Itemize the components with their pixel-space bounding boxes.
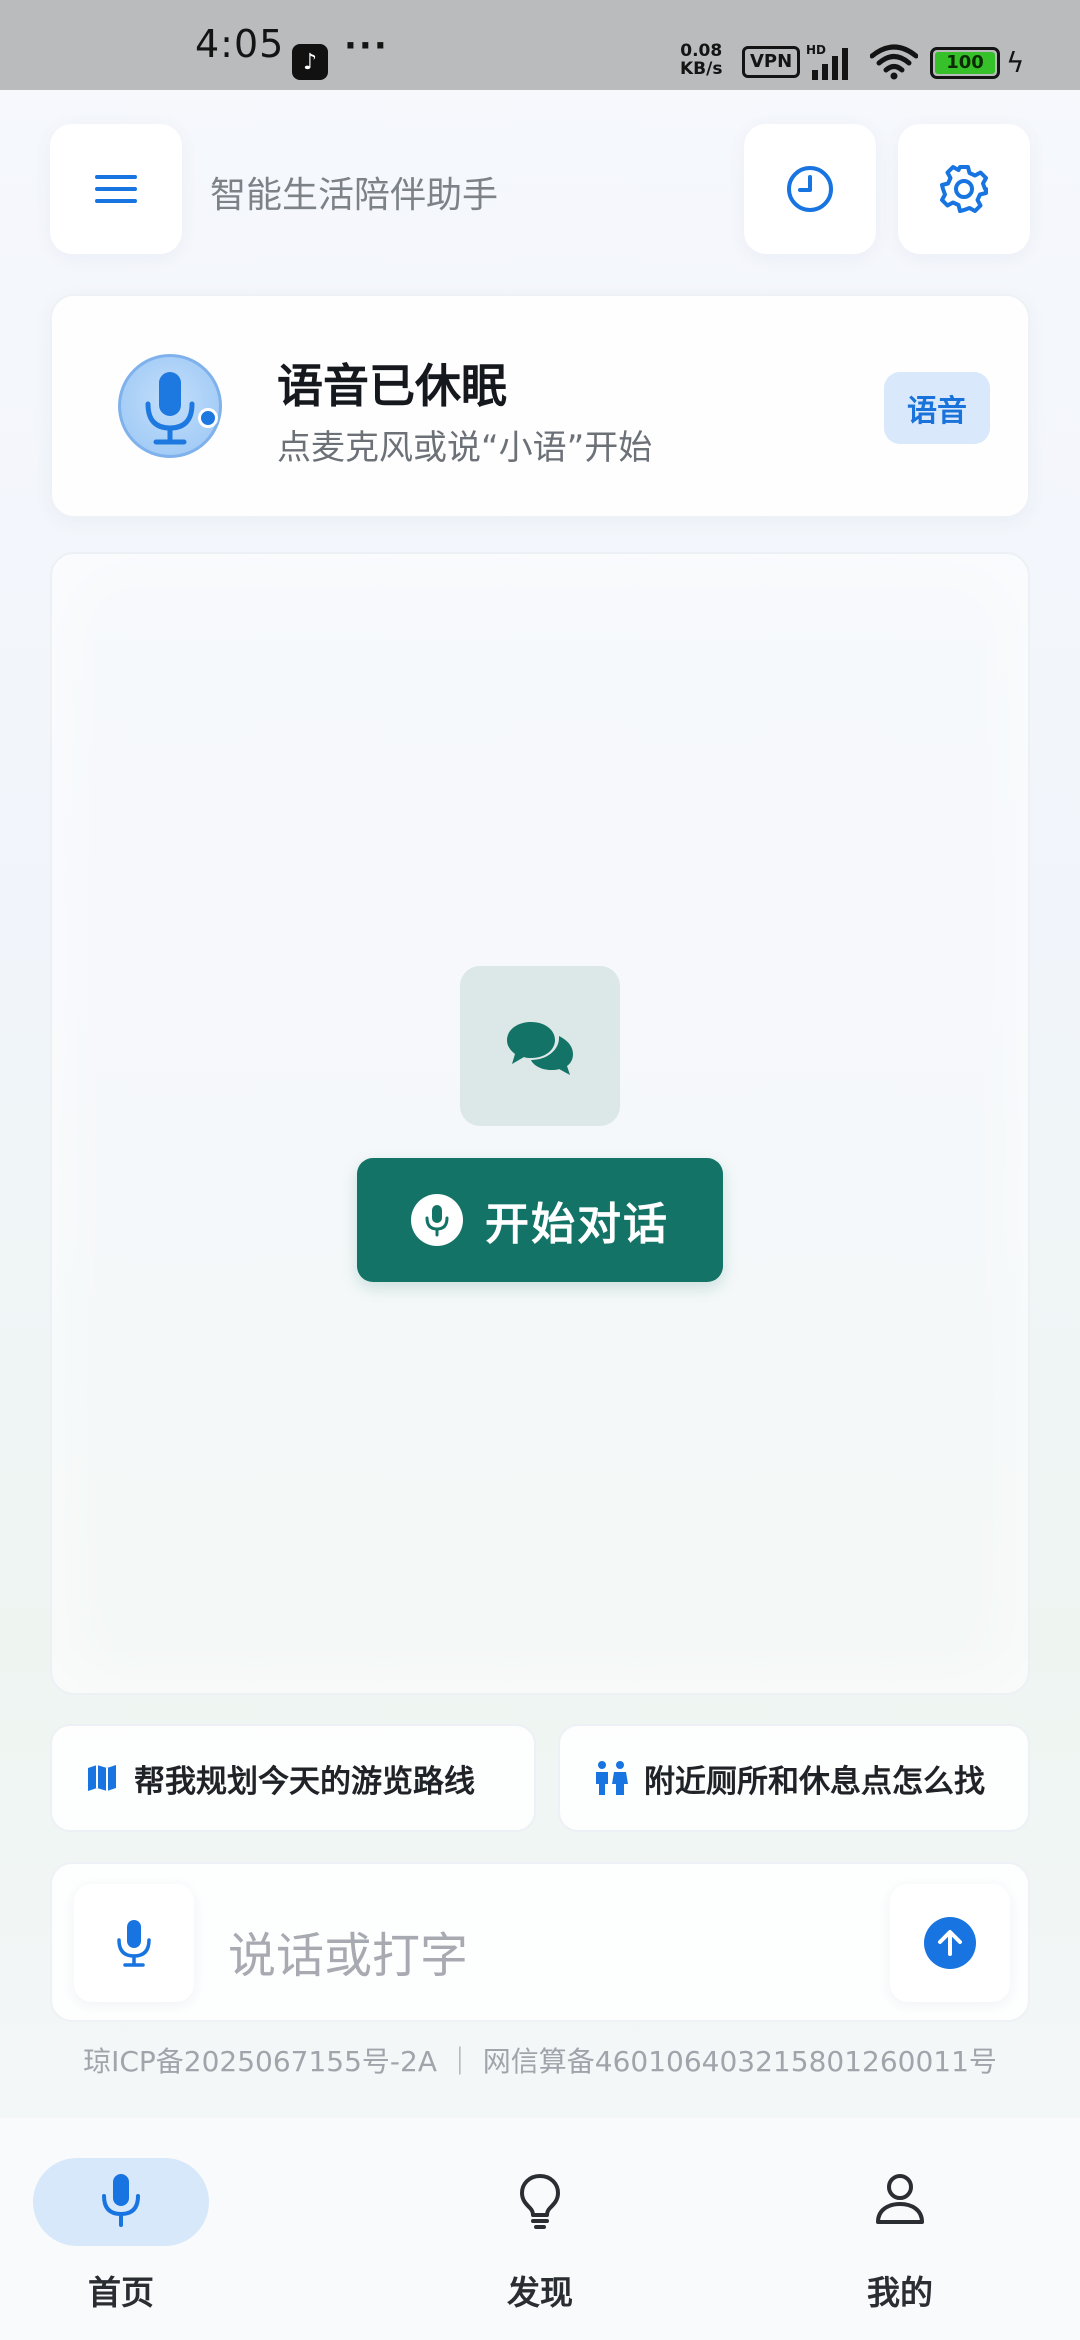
nav-item-home[interactable]: 首页 (0, 2158, 242, 2318)
battery-icon: 100 (930, 47, 1000, 79)
suggestion-label: 帮我规划今天的游览路线 (134, 1763, 475, 1800)
status-bar: 4:05 ♪ ··· 0.08 KB/s VPN HD 100 ϟ (0, 0, 1080, 90)
tiktok-icon: ♪ (292, 44, 328, 80)
charging-icon: ϟ (1006, 46, 1025, 79)
voice-mode-button[interactable]: 语音 (884, 372, 990, 444)
user-icon (876, 2174, 924, 2224)
lightbulb-icon (520, 2174, 560, 2229)
menu-button[interactable] (50, 124, 182, 254)
start-conversation-label: 开始对话 (485, 1199, 669, 1250)
send-arrow-icon (924, 1917, 976, 1969)
voice-status-card: 语音已休眠 点麦克风或说“小语”开始 语音 (50, 294, 1030, 518)
voice-status-subtitle: 点麦克风或说“小语”开始 (277, 428, 653, 468)
network-speed: 0.08 KB/s (680, 42, 722, 78)
microphone-icon (145, 372, 195, 445)
suggestion-label: 附近厕所和休息点怎么找 (644, 1763, 985, 1800)
network-speed-unit: KB/s (680, 59, 723, 79)
nav-item-discover[interactable]: 发现 (430, 2158, 650, 2318)
signal-icon: HD (806, 43, 848, 80)
microphone-icon (117, 1920, 151, 1967)
gear-icon (940, 165, 988, 213)
app-title: 智能生活陪伴助手 (210, 175, 499, 216)
nav-label-discover: 发现 (507, 2273, 573, 2312)
start-conversation-button[interactable]: 开始对话 (357, 1158, 723, 1282)
suggestion-chip-restroom[interactable]: 附近厕所和休息点怎么找 (558, 1724, 1030, 1832)
network-speed-value: 0.08 (680, 41, 723, 61)
wifi-icon (870, 44, 918, 80)
input-bar: 说话或打字 (50, 1862, 1030, 2022)
status-time: 4:05 (195, 22, 285, 66)
message-input[interactable]: 说话或打字 (228, 1916, 468, 1986)
microphone-icon (102, 2174, 140, 2227)
nav-item-profile[interactable]: 我的 (790, 2158, 1010, 2318)
voice-input-button[interactable] (74, 1884, 194, 2002)
nav-label-profile: 我的 (867, 2273, 933, 2312)
menu-icon (95, 175, 137, 203)
settings-button[interactable] (898, 124, 1030, 254)
voice-status-dot (198, 408, 218, 428)
send-button[interactable] (890, 1884, 1010, 2002)
restroom-icon (596, 1761, 628, 1795)
history-button[interactable] (744, 124, 876, 254)
microphone-icon (425, 1205, 449, 1237)
clock-icon (787, 166, 833, 212)
voice-avatar[interactable] (118, 354, 222, 458)
chat-bubbles-icon (507, 1022, 573, 1075)
bottom-nav: 首页 发现 我的 (0, 2118, 1080, 2340)
chat-icon-box (460, 966, 620, 1126)
vpn-badge: VPN (742, 46, 801, 78)
nav-label-home: 首页 (88, 2273, 154, 2312)
map-icon (88, 1765, 116, 1791)
voice-status-title: 语音已休眠 (277, 359, 507, 413)
start-mic-badge (411, 1194, 463, 1246)
signal-hd-label: HD (806, 43, 826, 57)
battery-level: 100 (935, 52, 995, 74)
icp-record-text: 琼ICP备2025067155号-2A ｜ 网信算备46010640321580… (83, 2045, 997, 2078)
more-notifications: ··· (344, 26, 389, 66)
suggestion-chip-route[interactable]: 帮我规划今天的游览路线 (50, 1724, 536, 1832)
